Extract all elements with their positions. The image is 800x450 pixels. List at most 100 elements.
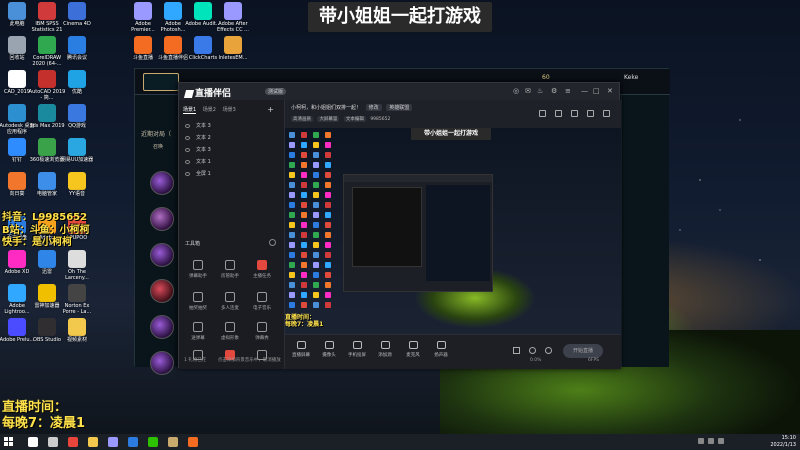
desktop-icon[interactable]: 网易UU加速器	[58, 138, 96, 163]
lol-icon[interactable]	[168, 437, 178, 447]
fire-icon[interactable]: ♨	[537, 87, 543, 95]
layout-chip[interactable]: 大屏幕竖	[317, 116, 340, 122]
avatar[interactable]	[150, 171, 174, 195]
tab-scene-2[interactable]: 场景2	[203, 106, 216, 113]
chrome-icon[interactable]	[68, 437, 78, 447]
desktop-icon[interactable]: 腾讯会议	[58, 36, 96, 61]
windows-start-icon[interactable]	[4, 437, 14, 447]
skin-icon[interactable]: ◎	[513, 87, 519, 95]
record-icon[interactable]	[513, 347, 520, 354]
lottery-icon	[193, 292, 203, 302]
more-icon[interactable]	[603, 110, 610, 117]
douyu-icon[interactable]	[188, 437, 198, 447]
lol-logo[interactable]	[143, 73, 179, 91]
desktop-icon[interactable]: QQ游戏	[58, 104, 96, 129]
room-edit-button[interactable]: 修改	[365, 104, 382, 111]
desktop-icon[interactable]: Oh The Larceny...	[58, 250, 96, 281]
stream-preview[interactable]: 带小姐姐一起打游戏 直播时间： 每晚7：凌晨1	[285, 128, 621, 334]
tool-room-admin[interactable]: 房管助手	[215, 260, 245, 279]
toolbox-more-icon[interactable]	[269, 239, 276, 246]
tool-avatar[interactable]: 虚拟形象	[215, 322, 245, 341]
source-item[interactable]: 全屏 1	[185, 170, 211, 177]
taskview-icon[interactable]	[48, 437, 58, 447]
bell-icon[interactable]	[587, 110, 594, 117]
desktop-icon[interactable]: YY语音	[58, 172, 96, 197]
close-icon[interactable]: ✕	[607, 87, 613, 95]
lol-username[interactable]: Keke	[624, 74, 638, 81]
tray-volume-icon[interactable]	[708, 438, 714, 444]
eye-icon[interactable]	[185, 123, 190, 128]
lobby-label[interactable]: 召唤	[153, 143, 163, 150]
app-icon	[164, 36, 182, 54]
mobile-icon[interactable]	[571, 110, 578, 117]
desktop-icon[interactable]: InletesEM...	[214, 36, 252, 61]
gear-icon[interactable]	[545, 347, 552, 354]
tool-send-danmu[interactable]: 送弹幕	[183, 322, 213, 341]
search-icon[interactable]	[28, 437, 38, 447]
tray-ime-icon[interactable]	[718, 438, 724, 444]
add-icon	[380, 341, 390, 349]
premiere-icon[interactable]	[108, 437, 118, 447]
clip-icon[interactable]	[529, 347, 536, 354]
mini-app-icon	[313, 222, 319, 228]
admin-icon	[225, 260, 235, 270]
avatar[interactable]	[150, 279, 174, 303]
eye-icon[interactable]	[185, 171, 190, 176]
clock[interactable]: 15:10 2022/1/13	[770, 435, 796, 449]
app-icon	[8, 318, 26, 336]
avatar[interactable]	[150, 351, 174, 375]
folder-icon[interactable]	[88, 437, 98, 447]
share-icon[interactable]	[555, 110, 562, 117]
mini-app-icon	[313, 172, 319, 178]
avatar[interactable]	[150, 207, 174, 231]
app-icon	[38, 172, 56, 190]
tool-danmu-helper[interactable]: 弹幕助手	[183, 260, 213, 279]
lock-icon[interactable]	[539, 110, 546, 117]
stream-app-window[interactable]: 直播伴侣 测试版 ◎ ✉ ♨ ⚙ ≡ — □ ✕ 场景1 场景2 场景3 + 文…	[178, 82, 621, 369]
desktop-icon[interactable]: Norton Ex Porre - La...	[58, 284, 96, 315]
eye-icon[interactable]	[185, 135, 190, 140]
tool-music[interactable]: 电子音乐	[247, 292, 277, 311]
app-icon	[68, 104, 86, 122]
tab-scene-3[interactable]: 场景3	[223, 106, 236, 113]
tray-network-icon[interactable]	[698, 438, 704, 444]
message-icon[interactable]: ✉	[525, 87, 531, 95]
microphone-icon	[408, 341, 418, 349]
maximize-icon[interactable]: □	[593, 87, 600, 95]
source-item[interactable]: 文本 3	[185, 146, 211, 153]
desktop-icon[interactable]: Adobe After Effects CC ...	[214, 2, 252, 33]
room-sub-bar: 高清画质 大屏幕竖 文本编辑 9985652	[291, 116, 390, 122]
avatar[interactable]	[150, 315, 174, 339]
app-icon	[68, 250, 86, 268]
eye-icon[interactable]	[185, 147, 190, 152]
desktop-icon[interactable]: Cinema 4D	[58, 2, 96, 27]
text-edit-chip[interactable]: 文本编辑	[343, 116, 366, 122]
desktop-icon[interactable]: 优酷	[58, 70, 96, 95]
source-item[interactable]: 文本 1	[185, 158, 211, 165]
tool-danmu-show[interactable]: 弹幕秀	[247, 322, 277, 341]
source-item[interactable]: 文本 3	[185, 122, 211, 129]
settings-icon[interactable]: ⚙	[551, 87, 557, 95]
preview-nested-window	[343, 174, 493, 292]
quality-chip[interactable]: 高清画质	[291, 116, 313, 122]
mini-app-icon	[313, 182, 319, 188]
tab-scene-1[interactable]: 场景1	[183, 106, 197, 114]
menu-icon[interactable]: ≡	[565, 87, 571, 95]
status-bar: 1 礼物已在 点击添加背景音乐中，取消播放 0.0% 6FPS	[184, 356, 620, 366]
avatar[interactable]	[150, 243, 174, 267]
lol-coins: 60	[542, 74, 550, 81]
wechat-icon[interactable]	[148, 437, 158, 447]
room-category[interactable]: 英雄联盟	[386, 104, 413, 111]
mini-app-icon	[301, 292, 307, 298]
mini-app-icon	[325, 232, 331, 238]
tool-lottery[interactable]: 抽奖抽奖	[183, 292, 213, 311]
mail-icon[interactable]	[128, 437, 138, 447]
tool-host-task[interactable]: 主播任务	[247, 260, 277, 279]
minimize-icon[interactable]: —	[581, 87, 588, 95]
source-item[interactable]: 文本 2	[185, 134, 211, 141]
eye-icon[interactable]	[185, 159, 190, 164]
mini-app-icon	[301, 132, 307, 138]
add-scene-icon[interactable]: +	[267, 105, 274, 114]
tool-multi-mic[interactable]: 多人连麦	[215, 292, 245, 311]
desktop-icon[interactable]: 视频素材	[58, 318, 96, 343]
